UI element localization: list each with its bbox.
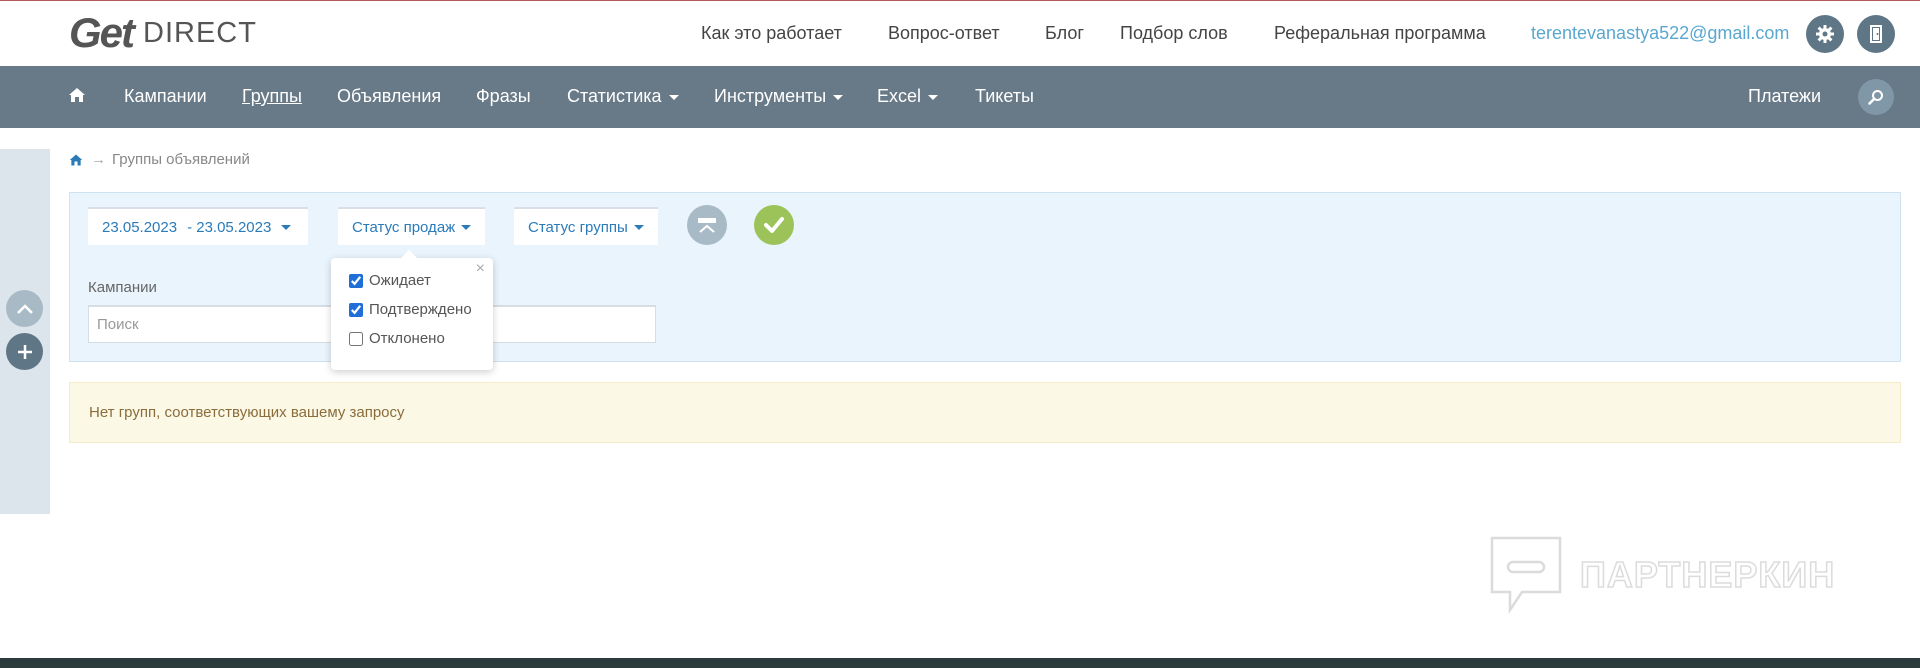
nav-phrases[interactable]: Фразы (476, 86, 531, 107)
main-navbar: Кампании Группы Объявления Фразы Статист… (0, 66, 1920, 128)
caret-down-icon (833, 94, 844, 100)
scroll-up-button[interactable] (6, 290, 43, 327)
settings-button[interactable] (1806, 15, 1844, 53)
checkmark-icon (764, 217, 784, 233)
home-icon[interactable] (69, 153, 83, 167)
nav-payments[interactable]: Платежи (1748, 86, 1821, 107)
watermark-text: ПАРТНЕРКИН (1579, 553, 1836, 596)
breadcrumb-current: Группы объявлений (112, 151, 250, 168)
date-range-picker[interactable]: 23.05.2023 - 23.05.2023 (88, 207, 308, 245)
close-icon[interactable]: × (476, 260, 485, 278)
nav-tickets[interactable]: Тикеты (975, 86, 1034, 107)
user-email-link[interactable]: terentevanastya522@gmail.com (1531, 23, 1789, 44)
option-confirmed[interactable]: Подтверждено (349, 301, 472, 318)
nav-statistics[interactable]: Статистика (567, 86, 679, 107)
breadcrumb-separator-icon: → (91, 151, 106, 168)
reset-filter-button[interactable] (687, 205, 727, 245)
nav-search-button[interactable] (1858, 79, 1894, 115)
link-blog[interactable]: Блог (1045, 23, 1084, 44)
group-status-label: Статус группы (528, 218, 628, 236)
option-pending-label: Ожидает (369, 272, 431, 289)
checkbox-rejected[interactable] (349, 331, 363, 346)
link-referral-program[interactable]: Реферальная программа (1274, 23, 1486, 44)
nav-ads[interactable]: Объявления (337, 86, 441, 107)
left-side-panel (0, 149, 50, 514)
sales-status-dropdown[interactable]: Статус продаж (338, 207, 485, 245)
nav-tools-label: Инструменты (714, 86, 827, 106)
nav-excel-label: Excel (877, 86, 922, 106)
checkbox-confirmed[interactable] (349, 302, 363, 317)
option-rejected[interactable]: Отклонено (349, 330, 445, 347)
caret-down-icon (633, 224, 644, 230)
link-faq[interactable]: Вопрос-ответ (888, 23, 1000, 44)
popover-arrow (401, 250, 417, 258)
top-links: Как это работает Вопрос-ответ Блог Подбо… (0, 23, 1920, 45)
nav-tools[interactable]: Инструменты (714, 86, 844, 107)
footer-bar (0, 658, 1920, 668)
group-status-dropdown[interactable]: Статус группы (514, 207, 658, 245)
sales-status-label: Статус продаж (352, 218, 456, 236)
search-icon (1868, 90, 1883, 105)
option-pending[interactable]: Ожидает (349, 272, 431, 289)
caret-down-icon (281, 224, 292, 230)
caret-down-icon (668, 94, 679, 100)
chevron-up-icon (16, 303, 33, 314)
link-how-it-works[interactable]: Как это работает (701, 23, 842, 44)
gear-icon (1816, 25, 1834, 43)
top-header: Get DIRECT Как это работает Вопрос-ответ… (0, 0, 1920, 66)
breadcrumb: → Группы объявлений (69, 151, 250, 168)
sales-status-popover: × Ожидает Подтверждено Отклонено (331, 250, 493, 370)
alert-message: Нет групп, соответствующих вашему запрос… (89, 404, 405, 421)
checkbox-pending[interactable] (349, 273, 363, 288)
nav-excel[interactable]: Excel (877, 86, 939, 107)
link-keyword-selection[interactable]: Подбор слов (1120, 23, 1228, 44)
campaigns-label: Кампании (88, 279, 157, 296)
watermark: ПАРТНЕРКИН (1488, 534, 1835, 616)
plus-icon (17, 344, 32, 359)
caret-down-icon (928, 94, 939, 100)
collapse-icon (698, 218, 716, 233)
date-to: - 23.05.2023 (187, 218, 272, 236)
nav-statistics-label: Статистика (567, 86, 662, 106)
door-exit-icon (1870, 25, 1882, 43)
apply-filter-button[interactable] (754, 205, 794, 245)
caret-down-icon (461, 224, 472, 230)
option-rejected-label: Отклонено (369, 330, 445, 347)
add-button[interactable] (6, 333, 43, 370)
chat-bubble-icon (1490, 536, 1562, 615)
date-from: 23.05.2023 (102, 218, 178, 236)
no-results-alert: Нет групп, соответствующих вашему запрос… (69, 382, 1901, 443)
logout-button[interactable] (1857, 15, 1895, 53)
option-confirmed-label: Подтверждено (369, 301, 472, 318)
home-icon[interactable] (68, 86, 86, 104)
nav-groups[interactable]: Группы (242, 86, 302, 107)
nav-campaigns[interactable]: Кампании (124, 86, 207, 107)
